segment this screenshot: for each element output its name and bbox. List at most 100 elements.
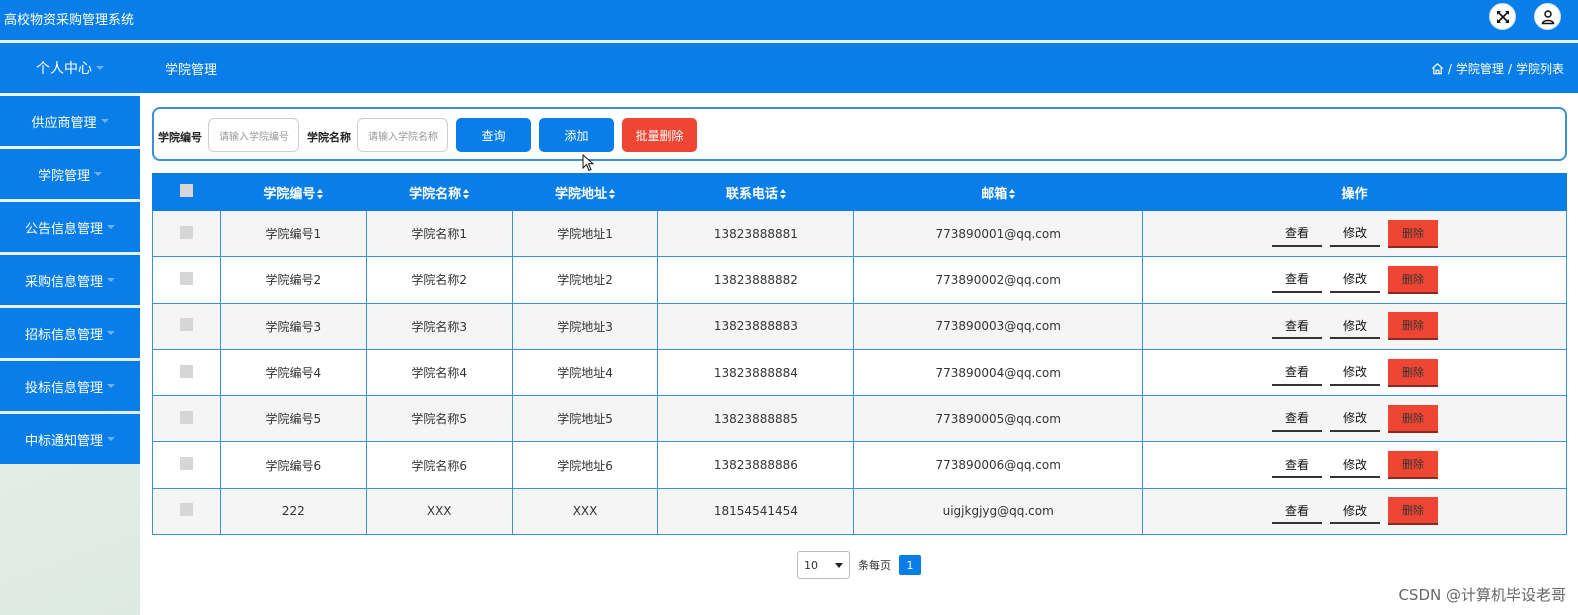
header-college-name[interactable]: 学院名称 [365, 173, 513, 211]
cell-college-address: 学院地址6 [511, 441, 659, 489]
edit-button[interactable]: 修改 [1330, 221, 1380, 247]
view-button[interactable]: 查看 [1272, 406, 1322, 432]
view-button[interactable]: 查看 [1272, 498, 1322, 525]
sidebar-item-supplier[interactable]: 供应商管理 [0, 96, 140, 146]
row-checkbox[interactable] [179, 457, 193, 471]
cell-phone: 13823888884 [657, 348, 855, 397]
sidebar-item-notice[interactable]: 公告信息管理 [0, 202, 140, 252]
table-row: 学院编号2 学院名称2 学院地址2 13823888882 773890002@qq.c… [152, 256, 1567, 304]
table-row: 学院编号3 学院名称3 学院地址3 13823888883 773890003@qq.c… [152, 302, 1567, 350]
sidebar-item-tender[interactable]: 招标信息管理 [0, 308, 140, 358]
header-college-address[interactable]: 学院地址 [511, 173, 659, 211]
row-select-cell[interactable] [152, 348, 221, 397]
cell-college-address: 学院地址4 [511, 348, 659, 397]
edit-button[interactable]: 修改 [1330, 498, 1380, 525]
fullscreen-icon[interactable] [1489, 3, 1516, 30]
row-select-cell[interactable] [152, 395, 221, 443]
cell-college-address: 学院地址2 [511, 256, 659, 304]
college-name-input[interactable]: 请输入学院名称 [357, 118, 448, 152]
sidebar-item-bid[interactable]: 投标信息管理 [0, 361, 140, 411]
user-icon[interactable] [1534, 3, 1561, 30]
row-checkbox[interactable] [179, 225, 193, 239]
view-button[interactable]: 查看 [1272, 452, 1322, 479]
cell-college-name: 学院名称1 [365, 209, 513, 258]
column-label: 联系电话 [725, 186, 778, 202]
top-bar: 高校物资采购管理系统 [0, 0, 1578, 40]
sidebar-item-label: 投标信息管理 [24, 380, 103, 396]
cell-phone: 13823888883 [657, 302, 855, 350]
chevron-down-icon [107, 278, 115, 282]
delete-button[interactable]: 删除 [1388, 497, 1438, 526]
view-button[interactable]: 查看 [1272, 267, 1322, 293]
delete-button[interactable]: 删除 [1388, 358, 1438, 387]
edit-button[interactable]: 修改 [1330, 406, 1380, 432]
sort-icon[interactable] [317, 189, 324, 199]
college-table: 学院编号 学院名称 学院地址 联系电话 邮箱 操作 学院编号1 学院名称1 学院地址… [152, 173, 1567, 536]
cell-college-name: 学院名称3 [365, 302, 513, 350]
row-checkbox[interactable] [179, 271, 193, 285]
column-label: 学院编号 [263, 186, 316, 202]
page-number-current[interactable]: 1 [899, 555, 921, 575]
row-actions: 查看 修改 删除 [1143, 312, 1566, 341]
edit-button[interactable]: 修改 [1330, 313, 1380, 340]
delete-button[interactable]: 删除 [1388, 265, 1438, 294]
header-college-code[interactable]: 学院编号 [219, 173, 367, 211]
batch-delete-button[interactable]: 批量删除 [622, 118, 697, 152]
query-button[interactable]: 查询 [456, 118, 531, 152]
cell-email: 773890006@qq.com [853, 441, 1144, 489]
table-header-row: 学院编号 学院名称 学院地址 联系电话 邮箱 操作 [152, 173, 1567, 211]
sidebar-item-label: 中标通知管理 [24, 433, 103, 449]
sidebar-item-purchase[interactable]: 采购信息管理 [0, 255, 140, 305]
add-button[interactable]: 添加 [539, 118, 614, 152]
college-code-input[interactable]: 请输入学院编号 [208, 118, 299, 152]
row-select-cell[interactable] [152, 256, 221, 304]
view-button[interactable]: 查看 [1272, 221, 1322, 247]
page-size-select[interactable]: 10 [797, 551, 850, 579]
edit-button[interactable]: 修改 [1330, 452, 1380, 479]
sort-icon[interactable] [463, 189, 470, 199]
cell-email: uigjkgjyg@qq.com [853, 487, 1144, 536]
delete-button[interactable]: 删除 [1388, 219, 1438, 248]
header-phone[interactable]: 联系电话 [657, 173, 855, 211]
header-email[interactable]: 邮箱 [853, 173, 1144, 211]
cell-phone: 13823888885 [657, 395, 855, 443]
delete-button[interactable]: 删除 [1388, 451, 1438, 480]
row-select-cell[interactable] [152, 302, 221, 350]
sidebar-item-college[interactable]: 学院管理 [0, 149, 140, 199]
breadcrumb-item-college-list: 学院列表 [1515, 62, 1564, 76]
breadcrumb-item-college-manage[interactable]: 学院管理 [1456, 60, 1504, 77]
header-select-all[interactable] [152, 173, 221, 211]
row-checkbox[interactable] [179, 318, 193, 332]
cell-email: 773890005@qq.com [853, 395, 1144, 443]
row-select-cell[interactable] [152, 487, 221, 536]
breadcrumb-separator: / [1447, 61, 1452, 76]
delete-button[interactable]: 删除 [1388, 312, 1438, 341]
home-icon[interactable] [1431, 62, 1444, 75]
sidebar-item-award-notice[interactable]: 中标通知管理 [0, 414, 140, 464]
chevron-down-icon [94, 172, 102, 176]
view-button[interactable]: 查看 [1272, 313, 1322, 340]
row-select-cell[interactable] [152, 441, 221, 489]
row-checkbox[interactable] [179, 503, 193, 517]
cell-college-code: 222 [219, 487, 367, 536]
column-label: 操作 [1341, 186, 1368, 202]
select-all-checkbox[interactable] [179, 183, 193, 197]
sort-icon[interactable] [779, 189, 786, 199]
cell-actions: 查看 修改 删除 [1142, 487, 1567, 536]
table-row: 学院编号6 学院名称6 学院地址6 13823888886 773890006@qq.c… [152, 441, 1567, 489]
row-actions: 查看 修改 删除 [1143, 265, 1566, 294]
chevron-down-icon [107, 437, 115, 441]
sort-icon[interactable] [1009, 189, 1016, 199]
column-label: 学院名称 [409, 186, 462, 202]
view-button[interactable]: 查看 [1272, 360, 1322, 386]
edit-button[interactable]: 修改 [1330, 360, 1380, 386]
row-checkbox[interactable] [179, 410, 193, 424]
sort-icon[interactable] [609, 189, 616, 199]
table-row: 222 XXX XXX 18154541454 uigjkgjyg@qq.com 查看 修改… [152, 487, 1567, 536]
edit-button[interactable]: 修改 [1330, 267, 1380, 293]
table-row: 学院编号1 学院名称1 学院地址1 13823888881 773890001@qq.c… [152, 209, 1567, 258]
row-checkbox[interactable] [179, 364, 193, 378]
menu-personal-center[interactable]: 个人中心 [0, 43, 140, 93]
delete-button[interactable]: 删除 [1388, 404, 1438, 433]
row-select-cell[interactable] [152, 209, 221, 258]
